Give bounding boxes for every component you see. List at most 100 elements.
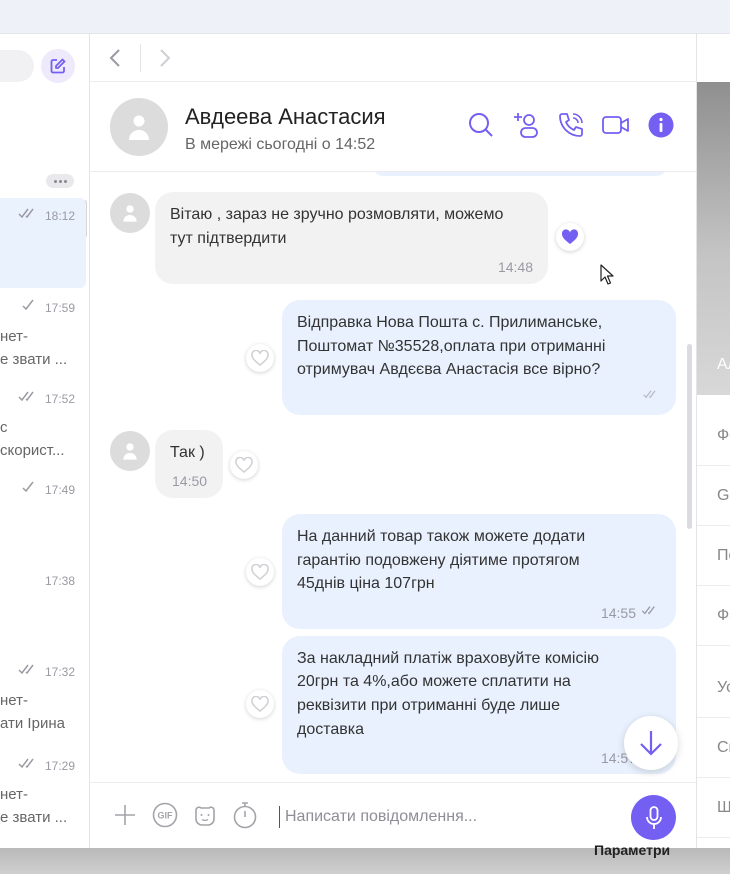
like-button[interactable] bbox=[556, 223, 584, 251]
message-bubble-outgoing[interactable]: За накладний платіж враховуйте комісію 2… bbox=[282, 636, 676, 774]
avatar[interactable] bbox=[110, 98, 168, 156]
contact-info-panel: Ал Фо GI По Фа Ус Сп Ш bbox=[696, 34, 730, 848]
message-bubble-outgoing[interactable]: Відправка Нова Пошта с. Прилиманське, По… bbox=[282, 300, 676, 415]
like-button[interactable] bbox=[246, 690, 274, 718]
info-panel-item-label: GI bbox=[717, 487, 730, 504]
voice-message-button[interactable] bbox=[631, 795, 676, 840]
video-camera-icon bbox=[602, 116, 629, 134]
chat-list-item[interactable]: 18:12 bbox=[0, 198, 86, 288]
heart-outline-icon bbox=[251, 564, 269, 580]
chat-list-item[interactable]: 17:32 нет- ати Ірина bbox=[0, 654, 86, 744]
conversation-header: Авдеева Анастасия В мережі сьогодні о 14… bbox=[90, 82, 696, 172]
message-time: 14:50 bbox=[172, 473, 208, 489]
chat-list-item[interactable]: 17:38 bbox=[0, 563, 86, 653]
message-text: 45днів ціна 107грн bbox=[297, 575, 435, 592]
chat-time: 17:38 bbox=[44, 574, 75, 588]
video-call-button[interactable] bbox=[601, 110, 631, 140]
heart-filled-icon bbox=[561, 229, 579, 244]
info-panel-item[interactable]: Ус bbox=[697, 659, 730, 718]
message-bubble-outgoing[interactable] bbox=[372, 172, 668, 176]
heart-outline-icon bbox=[251, 350, 269, 366]
chat-time: 17:52 bbox=[44, 392, 75, 406]
message-text: На данний товар також можете додати bbox=[297, 528, 586, 545]
double-check-icon bbox=[18, 664, 34, 675]
nav-divider bbox=[140, 44, 141, 72]
sticker-button[interactable] bbox=[190, 800, 220, 830]
scroll-to-bottom-button[interactable] bbox=[624, 716, 678, 770]
gif-button[interactable]: GIF bbox=[150, 800, 180, 830]
more-options-button[interactable] bbox=[46, 174, 74, 188]
chat-search-input[interactable] bbox=[0, 50, 34, 82]
contact-name: Авдеева Анастасия bbox=[185, 104, 386, 129]
compose-icon bbox=[50, 58, 66, 74]
message-text: Так ) bbox=[170, 444, 205, 461]
new-chat-button[interactable] bbox=[41, 49, 75, 83]
message-text: Поштомат №35528,оплата при отриманні bbox=[297, 338, 606, 355]
chat-time: 17:32 bbox=[44, 665, 75, 679]
chat-preview: нет- bbox=[0, 328, 28, 345]
avatar[interactable] bbox=[110, 193, 150, 233]
message-list-scrollbar[interactable] bbox=[687, 344, 692, 529]
phone-icon bbox=[559, 113, 583, 137]
chat-preview: нет- bbox=[0, 692, 28, 709]
arrow-down-icon bbox=[640, 731, 662, 756]
chat-time: 17:49 bbox=[44, 483, 75, 497]
message-bubble-incoming[interactable]: Так ) 14:50 bbox=[155, 430, 223, 498]
chat-time: 17:29 bbox=[44, 759, 75, 773]
search-button[interactable] bbox=[466, 110, 496, 140]
chat-list-item[interactable]: 17:59 нет- е звати ... bbox=[0, 290, 86, 380]
gif-icon: GIF bbox=[152, 802, 178, 828]
contact-photo[interactable]: Ал bbox=[697, 82, 730, 395]
info-panel-item[interactable]: Фо bbox=[697, 407, 730, 466]
info-panel-item[interactable]: По bbox=[697, 527, 730, 586]
info-panel-item[interactable]: Фа bbox=[697, 587, 730, 646]
plus-icon bbox=[115, 805, 135, 825]
double-check-icon bbox=[641, 606, 655, 615]
chat-list-item[interactable]: 17:49 bbox=[0, 472, 86, 562]
chat-list-item[interactable]: 17:29 нет- е звати ... bbox=[0, 748, 86, 838]
chat-preview: е звати ... bbox=[0, 809, 68, 826]
info-panel-item[interactable]: Сп bbox=[697, 719, 730, 778]
add-person-icon bbox=[514, 113, 538, 138]
call-button[interactable] bbox=[556, 110, 586, 140]
double-check-icon bbox=[18, 391, 34, 402]
message-bubble-outgoing[interactable]: На данний товар також можете додати гара… bbox=[282, 514, 676, 629]
add-participant-button[interactable] bbox=[511, 110, 541, 140]
message-composer: GIF bbox=[90, 782, 696, 848]
message-text: Відправка Нова Пошта с. Прилиманське, bbox=[297, 314, 603, 331]
message-bubble-incoming[interactable]: Вітаю , зараз не зручно розмовляти, може… bbox=[155, 192, 548, 284]
svg-text:GIF: GIF bbox=[158, 811, 174, 821]
info-panel-item[interactable]: Ш bbox=[697, 779, 730, 838]
like-button[interactable] bbox=[230, 451, 258, 479]
message-text: 20грн та 4%,або можете сплатити на bbox=[297, 673, 571, 690]
chat-list-item[interactable]: 17:52 с скорист... bbox=[0, 381, 86, 471]
timer-button[interactable] bbox=[230, 800, 260, 830]
forward-arrow-icon[interactable] bbox=[158, 48, 172, 68]
info-icon bbox=[648, 112, 674, 138]
message-text: доставка bbox=[297, 721, 365, 738]
message-time: 14:55 bbox=[600, 605, 636, 621]
settings-label[interactable]: Параметри bbox=[594, 842, 670, 858]
chat-preview: нет- bbox=[0, 786, 28, 803]
like-button[interactable] bbox=[246, 558, 274, 586]
info-panel-item-label: Ус bbox=[717, 679, 730, 696]
mouse-cursor-icon bbox=[600, 264, 614, 285]
back-arrow-icon[interactable] bbox=[108, 48, 122, 68]
check-icon bbox=[22, 299, 34, 311]
chat-preview: е звати ... bbox=[0, 351, 68, 368]
timer-icon bbox=[233, 802, 257, 829]
message-text: тут підтвердити bbox=[170, 230, 287, 247]
chat-time: 18:12 bbox=[44, 209, 75, 223]
check-icon bbox=[643, 390, 656, 399]
info-panel-item[interactable]: GI bbox=[697, 467, 730, 526]
conversation-panel: Авдеева Анастасия В мережі сьогодні о 14… bbox=[90, 34, 696, 848]
info-panel-item-label: Фо bbox=[717, 427, 730, 444]
info-button[interactable] bbox=[646, 110, 676, 140]
message-input[interactable] bbox=[285, 804, 615, 830]
like-button[interactable] bbox=[246, 344, 274, 372]
avatar[interactable] bbox=[110, 431, 150, 471]
microphone-icon bbox=[645, 805, 662, 829]
attach-button[interactable] bbox=[110, 800, 140, 830]
message-text: Вітаю , зараз не зручно розмовляти, може… bbox=[170, 206, 504, 223]
message-text: За накладний платіж враховуйте комісію bbox=[297, 650, 600, 667]
